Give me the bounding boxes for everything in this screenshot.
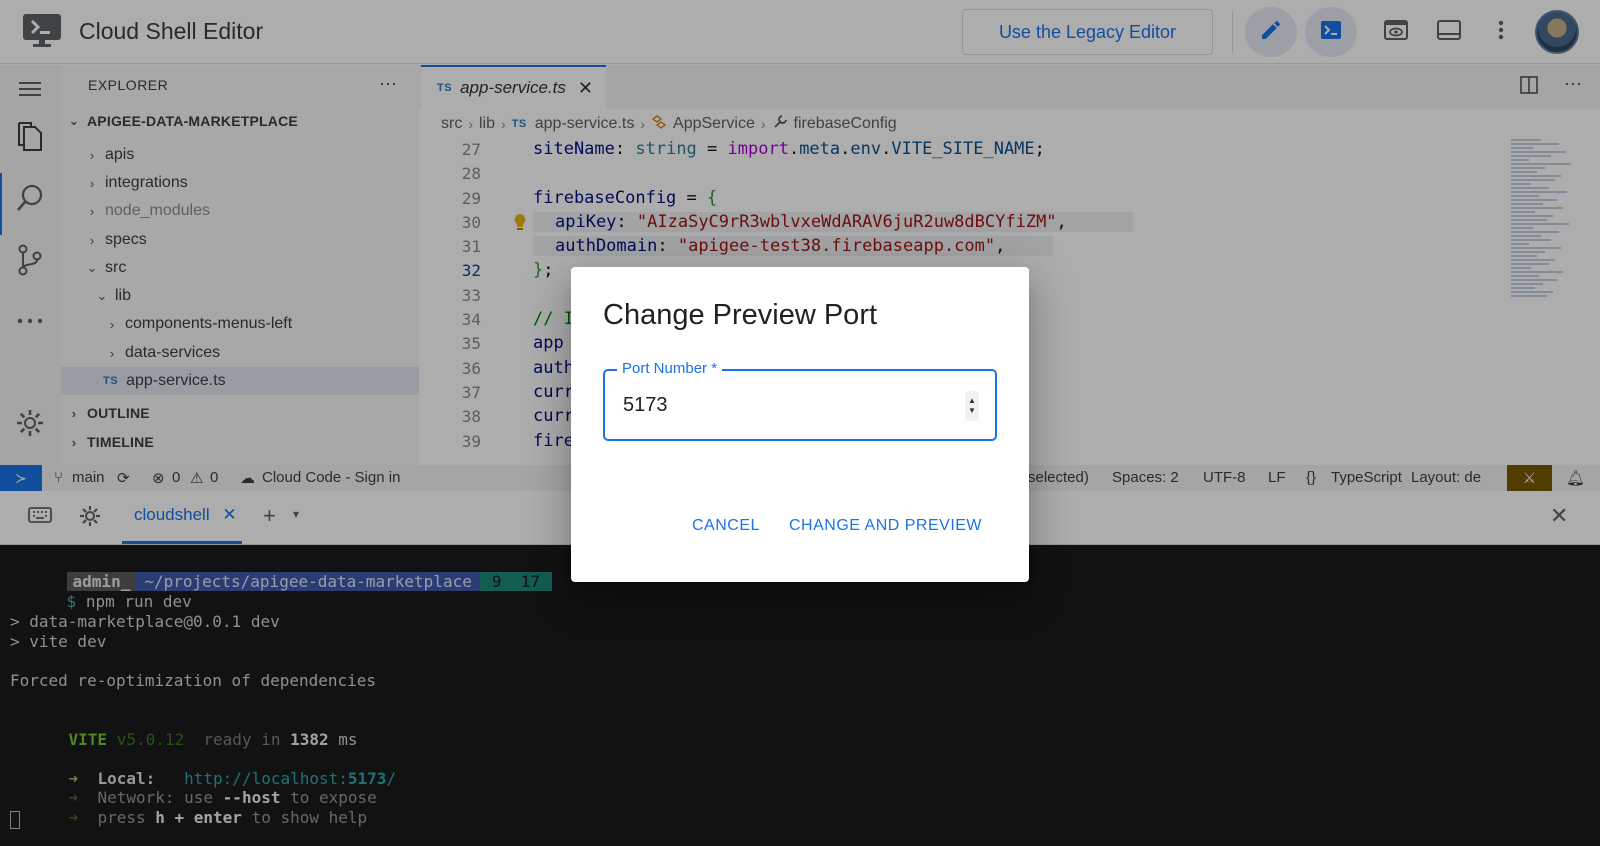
change-preview-port-dialog: Change Preview Port Port Number * ▲ ▼ CA…	[571, 267, 1029, 582]
stepper-down-icon[interactable]: ▼	[968, 406, 976, 416]
change-and-preview-button[interactable]: CHANGE AND PREVIEW	[789, 517, 982, 535]
port-number-input[interactable]	[623, 387, 953, 423]
number-stepper[interactable]: ▲ ▼	[965, 391, 979, 421]
port-number-label: Port Number *	[617, 360, 723, 377]
port-number-field: Port Number * ▲ ▼	[603, 360, 997, 441]
cancel-button[interactable]: CANCEL	[692, 517, 760, 535]
dialog-title: Change Preview Port	[603, 299, 878, 331]
stepper-up-icon[interactable]: ▲	[968, 396, 976, 406]
